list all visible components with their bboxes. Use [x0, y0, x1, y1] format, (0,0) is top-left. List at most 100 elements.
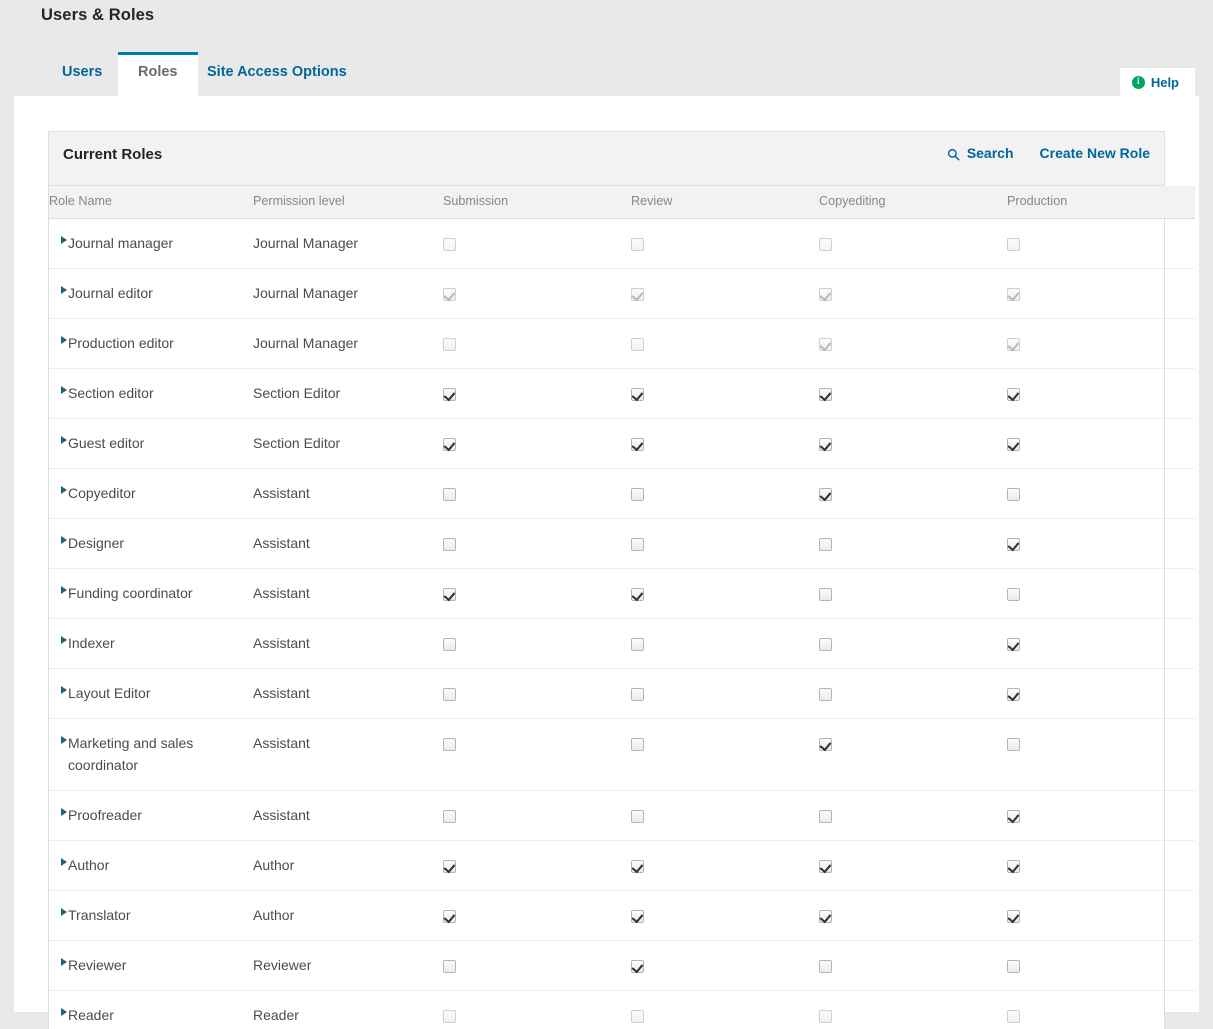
submission-checkbox[interactable]	[443, 587, 456, 601]
expand-arrow-icon[interactable]	[61, 908, 67, 916]
production-checkbox[interactable]	[1007, 737, 1020, 751]
role-name-label: Designer	[68, 535, 125, 551]
production-checkbox[interactable]	[1007, 687, 1020, 701]
submission-cell	[443, 518, 631, 569]
copyediting-checkbox	[819, 337, 832, 351]
review-checkbox[interactable]	[631, 809, 644, 823]
copyediting-checkbox[interactable]	[819, 487, 832, 501]
expand-arrow-icon[interactable]	[61, 858, 67, 866]
production-checkbox	[1007, 1009, 1020, 1023]
production-checkbox[interactable]	[1007, 387, 1020, 401]
submission-checkbox[interactable]	[443, 387, 456, 401]
expand-arrow-icon[interactable]	[61, 486, 67, 494]
table-row: Copyeditor Assistant	[49, 468, 1195, 519]
copyediting-checkbox[interactable]	[819, 909, 832, 923]
copyediting-checkbox[interactable]	[819, 387, 832, 401]
permission-level-label: Journal Manager	[253, 335, 359, 351]
expand-arrow-icon[interactable]	[61, 958, 67, 966]
production-checkbox[interactable]	[1007, 437, 1020, 451]
table-row: Reviewer Reviewer	[49, 940, 1195, 991]
table-row: Reader Reader	[49, 990, 1195, 1029]
production-checkbox[interactable]	[1007, 859, 1020, 873]
production-checkbox[interactable]	[1007, 587, 1020, 601]
production-checkbox[interactable]	[1007, 637, 1020, 651]
tab-users[interactable]: Users	[42, 52, 122, 97]
submission-checkbox[interactable]	[443, 959, 456, 973]
create-new-role-label: Create New Role	[1039, 145, 1150, 161]
review-cell	[631, 568, 819, 619]
copyediting-checkbox[interactable]	[819, 809, 832, 823]
review-cell	[631, 790, 819, 841]
copyediting-checkbox[interactable]	[819, 637, 832, 651]
review-checkbox[interactable]	[631, 737, 644, 751]
review-checkbox[interactable]	[631, 387, 644, 401]
review-cell	[631, 940, 819, 991]
review-checkbox[interactable]	[631, 537, 644, 551]
submission-checkbox[interactable]	[443, 809, 456, 823]
copyediting-checkbox[interactable]	[819, 737, 832, 751]
permission-level-label: Assistant	[253, 807, 310, 823]
expand-arrow-icon[interactable]	[61, 286, 67, 294]
review-checkbox[interactable]	[631, 909, 644, 923]
submission-checkbox[interactable]	[443, 487, 456, 501]
tab-roles[interactable]: Roles	[118, 52, 198, 97]
copyediting-cell	[819, 468, 1007, 519]
table-row: Production editor Journal Manager	[49, 318, 1195, 369]
production-checkbox[interactable]	[1007, 537, 1020, 551]
expand-arrow-icon[interactable]	[61, 636, 67, 644]
expand-arrow-icon[interactable]	[61, 436, 67, 444]
copyediting-cell	[819, 668, 1007, 719]
production-cell	[1007, 990, 1195, 1029]
copyediting-checkbox[interactable]	[819, 587, 832, 601]
submission-checkbox[interactable]	[443, 737, 456, 751]
expand-arrow-icon[interactable]	[61, 808, 67, 816]
production-checkbox[interactable]	[1007, 809, 1020, 823]
expand-arrow-icon[interactable]	[61, 536, 67, 544]
role-name-cell: Proofreader	[49, 790, 253, 841]
expand-arrow-icon[interactable]	[61, 736, 67, 744]
production-checkbox[interactable]	[1007, 909, 1020, 923]
production-checkbox[interactable]	[1007, 959, 1020, 973]
review-checkbox[interactable]	[631, 487, 644, 501]
review-checkbox	[631, 287, 644, 301]
copyediting-checkbox[interactable]	[819, 437, 832, 451]
role-name-cell: Guest editor	[49, 418, 253, 469]
tab-site-access-options[interactable]: Site Access Options	[187, 52, 367, 97]
submission-checkbox[interactable]	[443, 637, 456, 651]
search-button[interactable]: Search	[947, 145, 1014, 161]
submission-checkbox[interactable]	[443, 909, 456, 923]
expand-arrow-icon[interactable]	[61, 586, 67, 594]
copyediting-checkbox[interactable]	[819, 859, 832, 873]
copyediting-checkbox[interactable]	[819, 537, 832, 551]
role-name-cell: Section editor	[49, 368, 253, 419]
review-cell	[631, 990, 819, 1029]
submission-checkbox	[443, 287, 456, 301]
expand-arrow-icon[interactable]	[61, 686, 67, 694]
create-new-role-button[interactable]: Create New Role	[1040, 145, 1150, 161]
expand-arrow-icon[interactable]	[61, 336, 67, 344]
review-cell	[631, 518, 819, 569]
review-checkbox[interactable]	[631, 687, 644, 701]
production-checkbox[interactable]	[1007, 487, 1020, 501]
submission-checkbox[interactable]	[443, 859, 456, 873]
expand-arrow-icon[interactable]	[61, 236, 67, 244]
permission-level-cell: Assistant	[253, 790, 443, 841]
review-cell	[631, 318, 819, 369]
submission-checkbox[interactable]	[443, 437, 456, 451]
review-checkbox[interactable]	[631, 437, 644, 451]
copyediting-cell	[819, 518, 1007, 569]
review-checkbox	[631, 337, 644, 351]
production-cell	[1007, 840, 1195, 891]
expand-arrow-icon[interactable]	[61, 1008, 67, 1016]
copyediting-checkbox[interactable]	[819, 959, 832, 973]
submission-checkbox[interactable]	[443, 537, 456, 551]
copyediting-checkbox[interactable]	[819, 687, 832, 701]
review-checkbox[interactable]	[631, 587, 644, 601]
review-checkbox[interactable]	[631, 859, 644, 873]
review-checkbox[interactable]	[631, 959, 644, 973]
role-name-label: Journal editor	[68, 285, 153, 301]
submission-checkbox[interactable]	[443, 687, 456, 701]
expand-arrow-icon[interactable]	[61, 386, 67, 394]
review-checkbox[interactable]	[631, 637, 644, 651]
help-button[interactable]: i Help	[1119, 68, 1195, 98]
